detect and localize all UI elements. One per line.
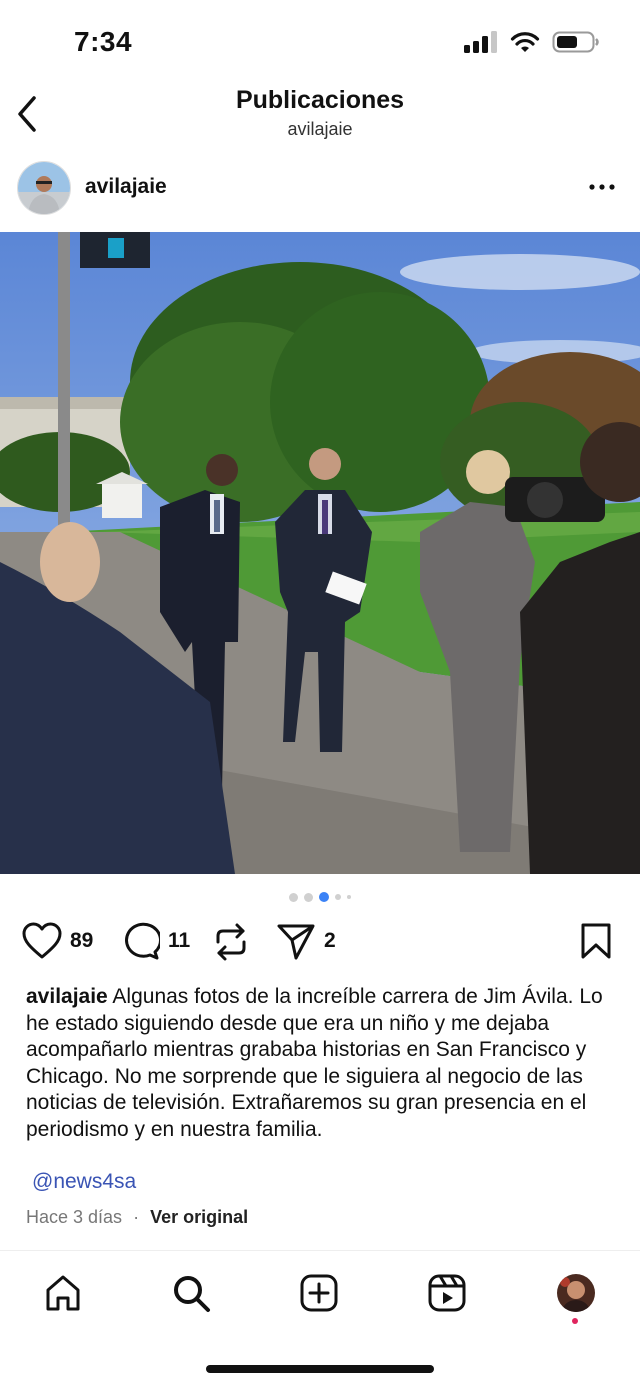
share-button[interactable]: 2 — [276, 922, 336, 960]
page-title: Publicaciones — [235, 86, 405, 114]
save-button[interactable] — [580, 922, 612, 960]
send-icon — [277, 924, 315, 960]
status-bar: 7:34 — [0, 0, 640, 80]
post-caption: avilajaie Algunas fotos de la increíble … — [26, 984, 616, 1143]
repost-icon — [216, 923, 246, 961]
post-image[interactable] — [0, 232, 640, 874]
signal-icon — [464, 31, 497, 53]
comment-icon — [125, 922, 160, 960]
caption-username[interactable]: avilajaie — [26, 985, 108, 1008]
carousel-dot — [347, 895, 351, 899]
search-icon — [174, 1276, 210, 1312]
like-button[interactable]: 89 — [22, 922, 93, 960]
more-options-icon[interactable] — [588, 177, 616, 197]
comment-button[interactable]: 11 — [120, 922, 190, 960]
status-icons — [464, 30, 600, 54]
caption-text: Algunas fotos de la increíble carrera de… — [26, 985, 603, 1141]
see-original-link[interactable]: Ver original — [150, 1207, 248, 1227]
post-author-row: avilajaie — [0, 155, 640, 225]
share-count: 2 — [324, 929, 336, 952]
bottom-nav — [0, 1250, 640, 1341]
nav-home[interactable] — [41, 1271, 85, 1315]
bookmark-icon — [581, 923, 611, 959]
carousel-dot — [304, 892, 313, 902]
post-meta: Hace 3 días · Ver original — [26, 1207, 248, 1228]
author-avatar[interactable] — [17, 161, 71, 215]
repost-button[interactable] — [212, 922, 250, 962]
wifi-icon — [510, 32, 540, 52]
nav-reels[interactable] — [425, 1271, 469, 1315]
battery-icon — [552, 31, 599, 53]
comment-count: 11 — [168, 929, 191, 952]
home-indicator[interactable] — [206, 1365, 434, 1373]
status-time: 7:34 — [74, 26, 133, 57]
notification-dot — [572, 1318, 578, 1324]
meta-separator: · — [133, 1207, 140, 1227]
carousel-dot — [289, 892, 298, 902]
like-count: 89 — [70, 929, 94, 952]
profile-avatar — [557, 1274, 595, 1312]
mention-link[interactable]: @news4sa — [32, 1170, 136, 1194]
nav-profile[interactable] — [554, 1271, 598, 1315]
post-time: Hace 3 días — [26, 1207, 123, 1227]
nav-search[interactable] — [169, 1271, 213, 1315]
reels-icon — [428, 1274, 466, 1312]
carousel-dot — [335, 894, 341, 900]
home-icon — [46, 1275, 80, 1311]
carousel-dot-active — [319, 892, 329, 902]
page-header: Publicaciones avilajaie — [0, 80, 640, 150]
create-icon — [300, 1274, 338, 1312]
carousel-indicator — [0, 892, 640, 902]
heart-icon — [22, 922, 62, 959]
post-actions: 89 11 2 — [0, 918, 640, 968]
page-subtitle[interactable]: avilajaie — [0, 119, 640, 140]
nav-create[interactable] — [297, 1271, 341, 1315]
author-username[interactable]: avilajaie — [85, 175, 167, 199]
